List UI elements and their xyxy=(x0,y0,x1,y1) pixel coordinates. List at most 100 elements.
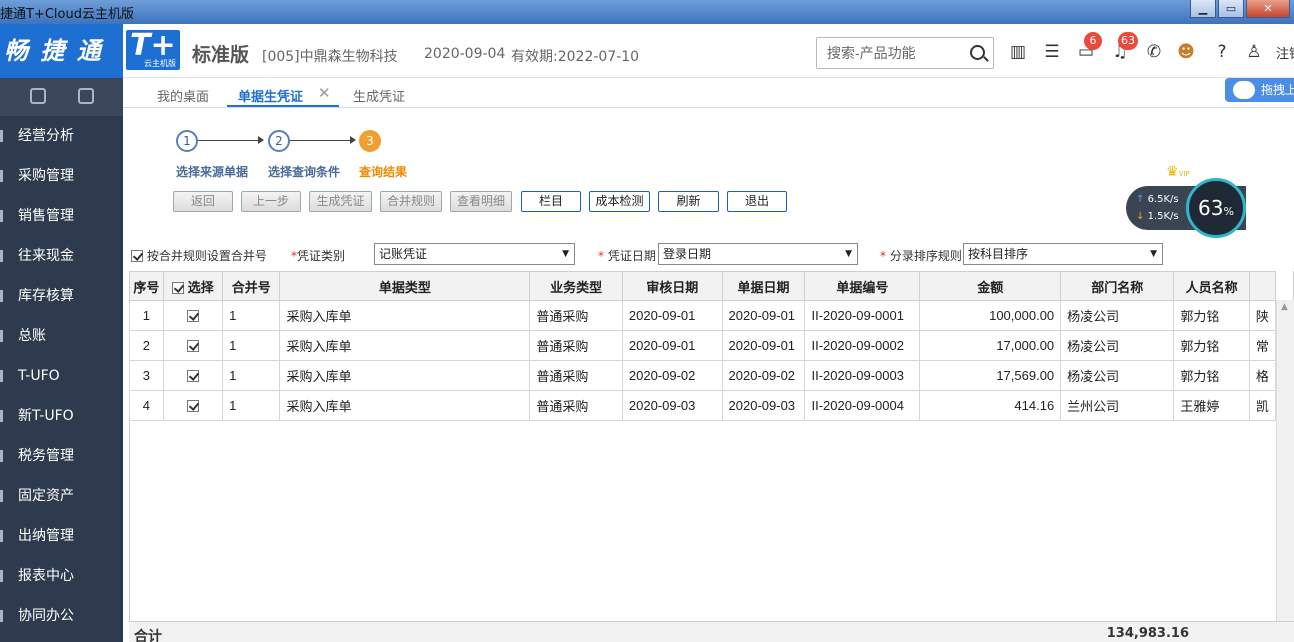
row-select-checkbox[interactable] xyxy=(186,340,199,352)
cell-merge-no: 1 xyxy=(222,300,281,331)
back-button[interactable]: 返回 xyxy=(173,191,233,212)
tab-generate-voucher[interactable]: 生成凭证 xyxy=(353,86,405,105)
cell-person: 郭力铭 xyxy=(1173,360,1250,391)
task-list-icon[interactable]: ☰ xyxy=(1042,42,1062,62)
col-doc-type[interactable]: 单据类型 xyxy=(279,271,531,301)
cloud-upload-widget[interactable]: 拖拽上传 xyxy=(1225,78,1294,102)
download-speed: ↓ 1.5K/s xyxy=(1136,211,1179,222)
user-icon[interactable]: ♙ xyxy=(1244,42,1264,62)
voucher-date-label-text: 凭证日期 xyxy=(607,249,656,263)
row-select-checkbox[interactable] xyxy=(186,400,199,412)
columns-button[interactable]: 栏目 xyxy=(521,191,581,212)
col-dept[interactable]: 部门名称 xyxy=(1060,271,1175,301)
search-box[interactable] xyxy=(816,37,994,69)
tab-close-icon[interactable]: ✕ xyxy=(318,84,331,102)
sort-rule-value: 按科目排序 xyxy=(968,247,1029,261)
vertical-scrollbar[interactable]: ▲ xyxy=(1276,300,1294,621)
sidebar-item[interactable]: 往来现金 xyxy=(0,236,123,276)
validity-date: 有效期:2022-07-10 xyxy=(511,49,640,65)
add-module-icon[interactable] xyxy=(78,88,94,104)
table-row[interactable]: 3 1 采购入库单 普通采购 2020-09-02 2020-09-02 II-2020-0… xyxy=(129,360,1277,391)
cell-doc-type: 采购入库单 xyxy=(279,360,531,391)
cell-extra: 常 xyxy=(1248,330,1277,361)
generate-voucher-button[interactable]: 生成凭证 xyxy=(309,191,372,212)
cell-seq: 1 xyxy=(129,300,164,331)
cell-select[interactable] xyxy=(162,360,224,391)
cloud-upload-label: 拖拽上传 xyxy=(1261,83,1294,97)
exit-button[interactable]: 退出 xyxy=(727,191,787,212)
sort-rule-select[interactable]: 按科目排序 ▼ xyxy=(963,243,1163,265)
cell-select[interactable] xyxy=(162,300,224,331)
cell-audit-date: 2020-09-01 xyxy=(621,330,723,361)
sidebar-item[interactable]: 税务管理 xyxy=(0,436,123,476)
prev-step-button[interactable]: 上一步 xyxy=(241,191,301,212)
sidebar-item[interactable]: 报表中心 xyxy=(0,556,123,596)
step-2-label: 选择查询条件 xyxy=(268,165,341,179)
col-select[interactable]: 选择 xyxy=(162,271,224,301)
refresh-button[interactable]: 刷新 xyxy=(658,191,719,212)
gauge-unit: % xyxy=(1223,205,1234,218)
sidebar-item[interactable]: 销售管理 xyxy=(0,196,123,236)
sidebar-item[interactable]: 出纳管理 xyxy=(0,516,123,556)
col-person[interactable]: 人员名称 xyxy=(1173,271,1250,301)
sidebar-item[interactable]: 库存核算 xyxy=(0,276,123,316)
cell-biz-type: 普通采购 xyxy=(529,360,623,391)
sidebar-item[interactable]: 新T-UFO xyxy=(0,396,123,436)
bell-icon[interactable]: ♫ 63 xyxy=(1110,32,1138,62)
merge-checkbox[interactable] xyxy=(131,250,143,262)
memory-gauge[interactable]: 63% xyxy=(1186,178,1246,238)
col-merge-no[interactable]: 合并号 xyxy=(222,271,281,301)
tab-doc-to-voucher[interactable]: 单据生凭证 xyxy=(238,86,303,105)
cell-select[interactable] xyxy=(162,330,224,361)
col-seq[interactable]: 序号 xyxy=(129,271,164,301)
col-audit-date[interactable]: 审核日期 xyxy=(621,271,723,301)
search-input[interactable] xyxy=(827,44,967,62)
voucher-date-select[interactable]: 登录日期 ▼ xyxy=(658,243,858,265)
upload-speed: ↑ 6.5K/s xyxy=(1136,194,1179,205)
sidebar-item[interactable]: 经营分析 xyxy=(0,116,123,156)
scroll-up-icon[interactable]: ▲ xyxy=(1281,302,1288,312)
sidebar-item[interactable]: 采购管理 xyxy=(0,156,123,196)
calculator-icon[interactable]: ▥ xyxy=(1008,42,1028,62)
logout-link[interactable]: 注销 xyxy=(1276,43,1294,62)
sidebar-item[interactable]: 协同办公 xyxy=(0,596,123,636)
message-icon[interactable]: ▭ 6 xyxy=(1076,32,1102,62)
mascot-icon[interactable]: ☻ xyxy=(1176,42,1196,62)
phone-icon[interactable]: ✆ xyxy=(1144,42,1164,62)
tab-my-desktop[interactable]: 我的桌面 xyxy=(157,86,209,105)
row-select-checkbox[interactable] xyxy=(186,370,199,382)
cell-person: 郭力铭 xyxy=(1173,300,1250,331)
voucher-type-select[interactable]: 记账凭证 ▼ xyxy=(374,243,575,265)
notice-badge: 63 xyxy=(1118,32,1138,50)
cell-select[interactable] xyxy=(162,390,224,421)
table-row[interactable]: 1 1 采购入库单 普通采购 2020-09-01 2020-09-01 II-2020-0… xyxy=(129,300,1277,331)
sidebar-item[interactable]: 固定资产 xyxy=(0,476,123,516)
row-select-checkbox[interactable] xyxy=(186,310,199,322)
view-detail-button[interactable]: 查看明细 xyxy=(450,191,512,212)
cell-doc-no: II-2020-09-0004 xyxy=(804,390,921,421)
cell-dept: 杨凌公司 xyxy=(1060,300,1175,331)
search-module-icon[interactable] xyxy=(30,88,46,104)
select-all-checkbox[interactable] xyxy=(172,281,185,294)
close-button[interactable]: ✕ xyxy=(1246,0,1290,18)
cell-audit-date: 2020-09-01 xyxy=(621,300,723,331)
col-biz-type[interactable]: 业务类型 xyxy=(529,271,623,301)
minimize-button[interactable]: ▁ xyxy=(1190,0,1216,18)
sidebar-item[interactable]: 总账 xyxy=(0,316,123,356)
merge-rules-button[interactable]: 合并规则 xyxy=(380,191,442,212)
col-doc-date[interactable]: 单据日期 xyxy=(721,271,806,301)
help-icon[interactable]: ? xyxy=(1212,42,1232,62)
cost-check-button[interactable]: 成本检测 xyxy=(589,191,650,212)
sidebar-item[interactable]: T-UFO xyxy=(0,356,123,396)
merge-option[interactable]: 按合并规则设置合并号 xyxy=(131,247,267,264)
table-row[interactable]: 2 1 采购入库单 普通采购 2020-09-01 2020-09-01 II-2020-0… xyxy=(129,330,1277,361)
table-row[interactable]: 4 1 采购入库单 普通采购 2020-09-03 2020-09-03 II-2020-0… xyxy=(129,390,1277,421)
step-connector xyxy=(290,140,350,141)
tab-bar: 我的桌面 单据生凭证 ✕ 生成凭证 拖拽上传 xyxy=(123,78,1294,108)
total-amount: 134,983.16 xyxy=(1106,626,1189,641)
step-connector xyxy=(198,140,258,141)
maximize-button[interactable]: ▭ xyxy=(1218,0,1244,18)
search-icon[interactable] xyxy=(970,45,985,60)
col-amount[interactable]: 金额 xyxy=(919,271,1062,301)
col-doc-no[interactable]: 单据编号 xyxy=(804,271,921,301)
